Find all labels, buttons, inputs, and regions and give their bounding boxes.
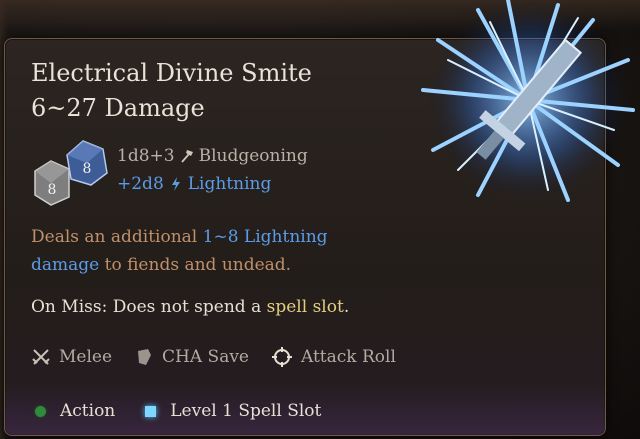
spell-title: Electrical Divine Smite [31, 59, 312, 87]
tag-cha-save: CHA Save [134, 346, 249, 368]
hammer-icon [180, 150, 193, 163]
svg-text:8: 8 [48, 182, 57, 198]
damage-row-bludgeoning: 1d8+3 Bludgeoning [117, 145, 308, 167]
crossed-swords-icon [32, 349, 50, 365]
svg-text:8: 8 [83, 161, 92, 177]
damage-row-lightning: +2d8 Lightning [117, 173, 271, 195]
spell-description: Deals an additional 1~8 Lightning damage… [31, 227, 328, 275]
shield-icon [138, 349, 152, 365]
divine-smite-lightning-sword-icon [421, 0, 635, 202]
resource-costs: Action Level 1 Spell Slot [35, 401, 321, 421]
damage-type: Lightning [187, 174, 272, 194]
damage-type: Bludgeoning [198, 146, 308, 166]
d8-grey-die-icon: 8 [34, 160, 70, 206]
spell-tags: Melee CHA Save Attack Roll [31, 346, 396, 368]
cost-spell-slot: Level 1 Spell Slot [145, 401, 321, 421]
crosshair-icon [272, 347, 292, 367]
dice-icon: 8 8 [34, 140, 108, 206]
cost-action: Action [35, 401, 115, 421]
damage-range: 6~27 Damage [31, 94, 205, 122]
spell-slot-icon [145, 405, 157, 417]
action-dot-icon [35, 405, 46, 417]
damage-dice: +2d8 [117, 174, 164, 194]
tag-attack-roll: Attack Roll [271, 346, 396, 368]
tag-melee: Melee [31, 346, 112, 368]
d8-blue-die-icon: 8 [66, 140, 108, 186]
spell-slot-highlight: spell slot [266, 297, 344, 317]
lightning-icon [171, 177, 180, 191]
on-miss-text: On Miss: Does not spend a spell slot. [31, 297, 350, 317]
damage-dice: 1d8+3 [117, 146, 175, 166]
